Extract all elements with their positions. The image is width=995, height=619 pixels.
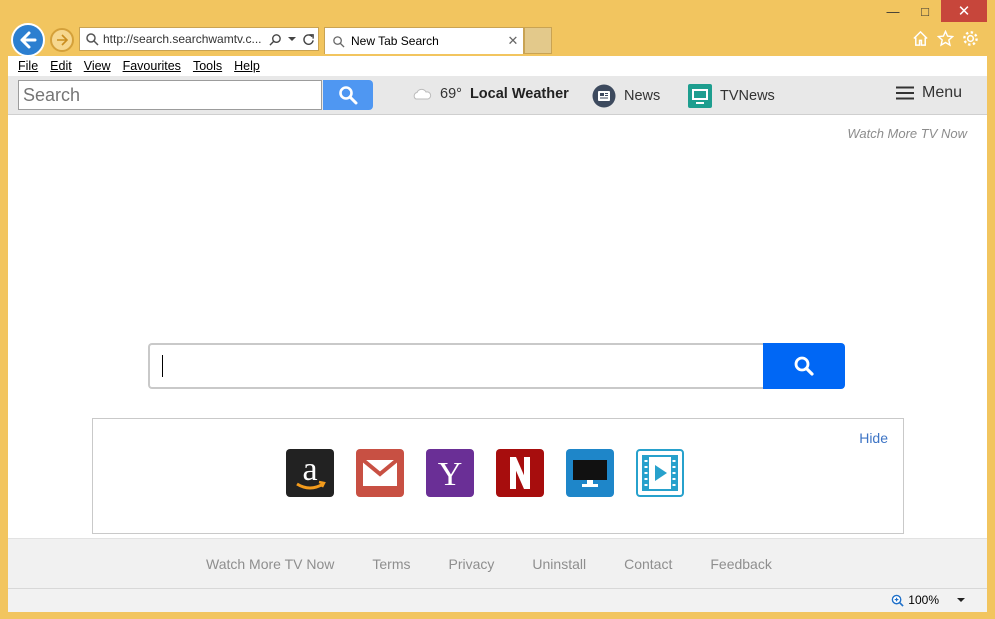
cloud-icon	[413, 88, 432, 100]
monitor-icon[interactable]	[566, 449, 614, 497]
yahoo-icon[interactable]: Y	[426, 449, 474, 497]
extension-toolbar: 69° Local Weather News TVNews Menu	[8, 76, 987, 115]
hamburger-icon	[896, 86, 914, 100]
news-link[interactable]: News	[592, 84, 660, 108]
menu-view[interactable]: View	[84, 59, 111, 73]
main-search-input[interactable]	[148, 343, 764, 389]
search-icon	[794, 356, 814, 376]
tab-title: New Tab Search	[351, 34, 439, 48]
menu-tools[interactable]: Tools	[193, 59, 222, 73]
chevron-down-icon[interactable]	[957, 596, 965, 604]
news-label: News	[624, 88, 661, 104]
watch-more-tv-link[interactable]: Watch More TV Now	[847, 126, 967, 141]
toolbar-search-button[interactable]	[323, 80, 373, 110]
chevron-down-icon[interactable]	[288, 35, 296, 43]
arrow-right-icon	[57, 34, 69, 46]
tvnews-link[interactable]: TVNews	[688, 84, 775, 108]
refresh-icon[interactable]	[302, 33, 315, 46]
toolbar-search-input[interactable]	[18, 80, 322, 110]
footer-link-contact[interactable]: Contact	[624, 556, 672, 572]
browser-icons	[912, 30, 979, 47]
newspaper-icon	[592, 84, 616, 108]
navigation-bar: http://search.searchwamtv.c... New Tab S…	[8, 22, 987, 57]
forward-button[interactable]	[50, 28, 74, 52]
quick-links-panel: Hide a Y	[92, 418, 904, 534]
hide-link[interactable]: Hide	[859, 430, 888, 446]
amazon-icon[interactable]: a	[286, 449, 334, 497]
maximize-icon[interactable]: □	[909, 0, 941, 22]
menu-file[interactable]: File	[18, 59, 38, 73]
search-icon	[86, 33, 99, 46]
browser-window: — □ ✕ http://search.searchwamtv.c... New…	[0, 0, 995, 619]
tv-icon	[688, 84, 712, 108]
zoom-icon	[891, 594, 904, 607]
arrow-left-icon	[20, 31, 37, 49]
footer-link-watch-more-tv[interactable]: Watch More TV Now	[206, 556, 334, 572]
tvnews-label: TVNews	[720, 88, 775, 104]
menu-edit[interactable]: Edit	[50, 59, 72, 73]
address-bar[interactable]: http://search.searchwamtv.c...	[79, 27, 319, 51]
footer-links: Watch More TV Now Terms Privacy Uninstal…	[206, 556, 772, 572]
video-icon[interactable]	[636, 449, 684, 497]
close-window-icon[interactable]: ✕	[941, 0, 987, 22]
address-tools	[269, 33, 315, 46]
footer-link-uninstall[interactable]: Uninstall	[532, 556, 586, 572]
toolbar-menu-button[interactable]: Menu	[896, 84, 962, 102]
home-icon[interactable]	[912, 30, 929, 47]
zoom-level: 100%	[908, 593, 939, 607]
weather-widget[interactable]: 69° Local Weather	[412, 86, 569, 102]
search-icon	[339, 86, 358, 105]
footer-link-privacy[interactable]: Privacy	[449, 556, 495, 572]
minimize-icon[interactable]: —	[877, 0, 909, 22]
search-icon	[333, 35, 345, 48]
page-content: Watch More TV Now Hide a Y	[8, 115, 987, 538]
page-footer: Watch More TV Now Terms Privacy Uninstal…	[8, 538, 987, 589]
search-icon[interactable]	[269, 33, 282, 46]
main-search-button[interactable]	[763, 343, 845, 389]
gear-icon[interactable]	[962, 30, 979, 47]
tab-new-tab-search[interactable]: New Tab Search ✕	[324, 27, 524, 54]
gmail-icon[interactable]	[356, 449, 404, 497]
new-tab-button[interactable]	[524, 27, 552, 54]
menu-bar: File Edit View Favourites Tools Help	[8, 56, 987, 76]
menu-help[interactable]: Help	[234, 59, 260, 73]
weather-label: Local Weather	[469, 86, 569, 102]
svg-text:Y: Y	[438, 456, 463, 491]
close-tab-icon[interactable]: ✕	[503, 33, 523, 49]
svg-text:a: a	[302, 452, 317, 488]
address-text: http://search.searchwamtv.c...	[103, 32, 262, 46]
weather-temp: 69°	[440, 86, 462, 102]
footer-link-feedback[interactable]: Feedback	[710, 556, 771, 572]
quick-links: a Y	[286, 449, 684, 497]
window-controls: — □ ✕	[877, 0, 987, 24]
back-button[interactable]	[11, 23, 45, 57]
text-caret	[162, 355, 163, 377]
menu-favourites[interactable]: Favourites	[123, 59, 181, 73]
zoom-control[interactable]: 100%	[891, 593, 965, 607]
footer-link-terms[interactable]: Terms	[372, 556, 410, 572]
status-bar: 100%	[8, 588, 987, 612]
menu-label: Menu	[922, 84, 963, 101]
netflix-icon[interactable]	[496, 449, 544, 497]
star-icon[interactable]	[937, 30, 954, 47]
